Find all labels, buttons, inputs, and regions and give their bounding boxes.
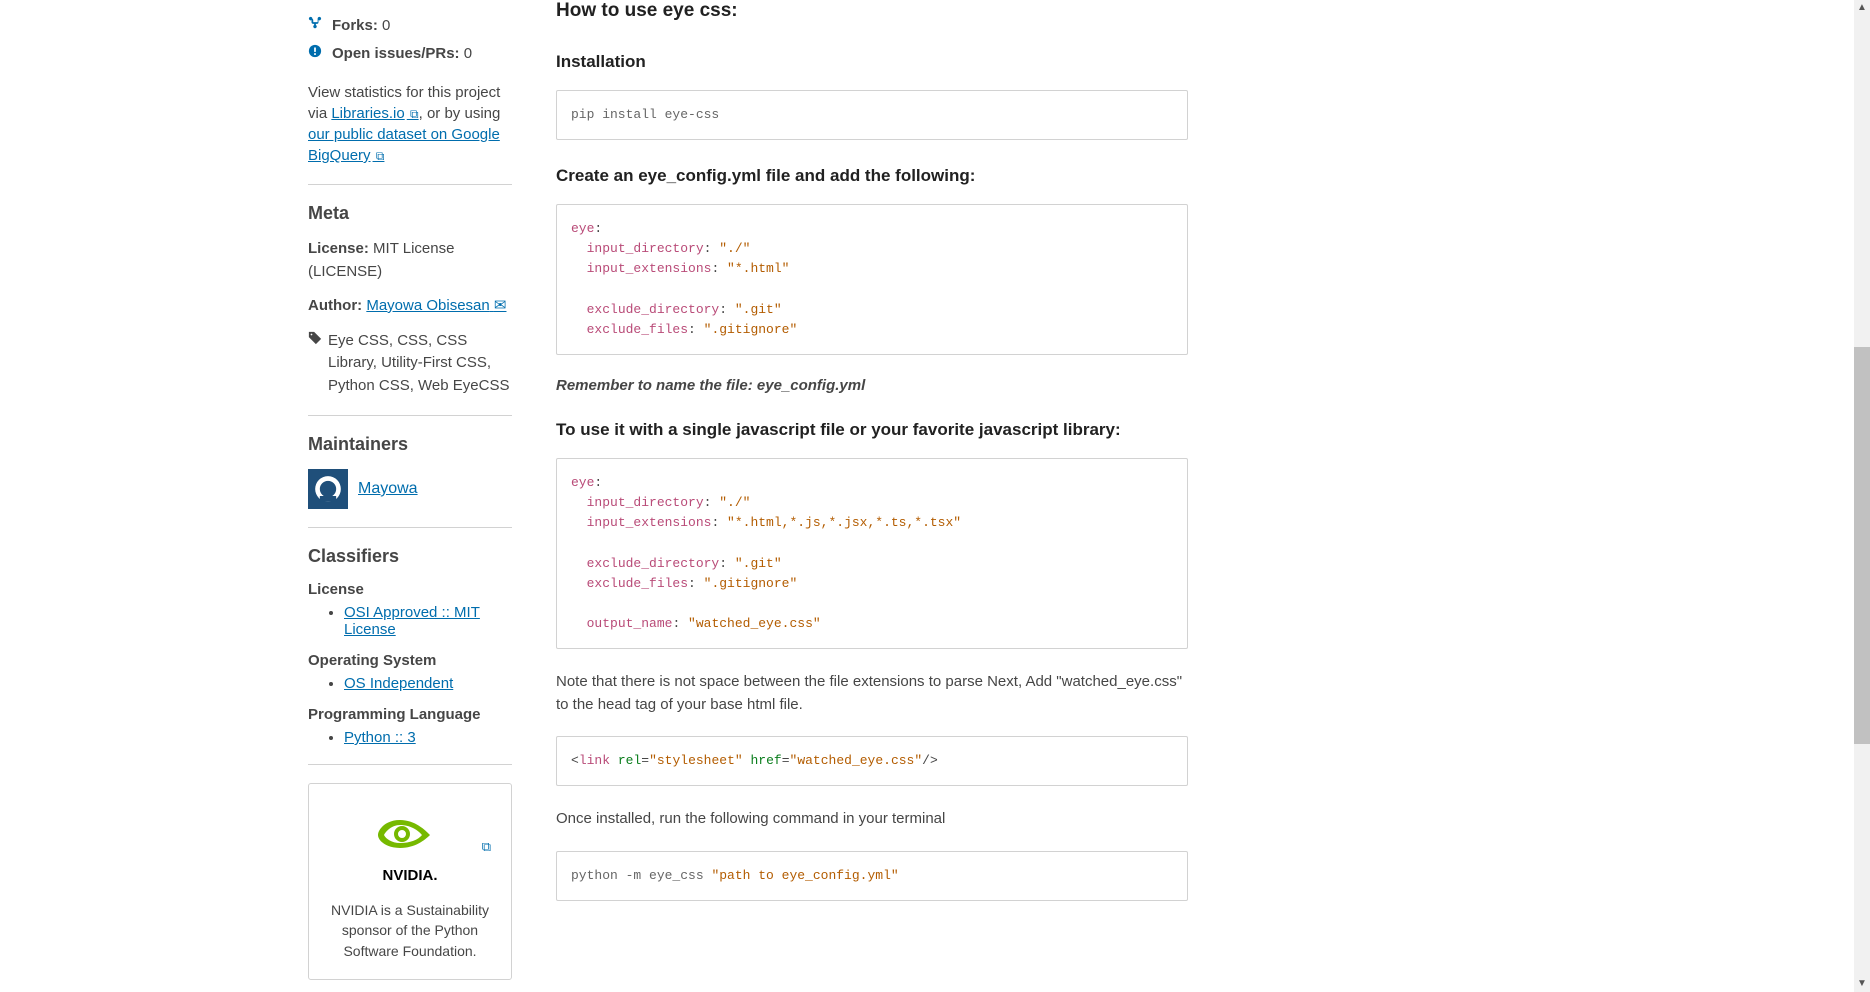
forks-value: 0 [382, 17, 390, 34]
maintainer-row[interactable]: Mayowa [308, 469, 512, 509]
sponsor-logo: NVIDIA. ⧉ [327, 810, 493, 884]
sponsor-brand: NVIDIA. [327, 867, 493, 884]
classifier-license-label: License [308, 581, 512, 598]
tag-icon [308, 330, 322, 353]
code-yaml-1[interactable]: eye: input_directory: "./" input_extensi… [556, 204, 1188, 355]
sponsor-box[interactable]: NVIDIA. ⧉ NVIDIA is a Sustainability spo… [308, 783, 512, 980]
remember-note: Remember to name the file: eye_config.ym… [556, 377, 1188, 394]
bigquery-link[interactable]: our public dataset on Google BigQuery ⧉ [308, 126, 500, 164]
divider [308, 415, 512, 416]
external-icon: ⧉ [407, 107, 419, 121]
create-config-heading: Create an eye_config.yml file and add th… [556, 166, 1188, 186]
stat-forks[interactable]: Forks: 0 [308, 16, 512, 34]
scroll-up-icon[interactable]: ▲ [1854, 0, 1870, 16]
maintainer-link[interactable]: Mayowa [358, 480, 418, 498]
classifier-license-link[interactable]: OSI Approved :: MIT License [344, 604, 480, 638]
meta-license: License: MIT License (LICENSE) [308, 238, 512, 283]
list-item: OSI Approved :: MIT License [344, 604, 512, 638]
divider [308, 184, 512, 185]
meta-tags: Eye CSS, CSS, CSS Library, Utility-First… [308, 330, 512, 398]
classifier-os-link[interactable]: OS Independent [344, 675, 453, 692]
meta-heading: Meta [308, 203, 512, 224]
external-icon: ⧉ [482, 839, 491, 855]
forks-label: Forks: [332, 17, 378, 34]
code-link-tag[interactable]: <link rel="stylesheet" href="watched_eye… [556, 736, 1188, 786]
fork-icon [308, 16, 324, 34]
divider [308, 527, 512, 528]
classifier-os-label: Operating System [308, 652, 512, 669]
code-pip-install[interactable]: pip install eye-css [556, 90, 1188, 140]
author-link[interactable]: Mayowa Obisesan ✉ [366, 297, 506, 314]
maintainers-heading: Maintainers [308, 434, 512, 455]
installation-heading: Installation [556, 52, 1188, 72]
scrollbar[interactable]: ▲ ▼ [1854, 0, 1870, 992]
issue-icon [308, 44, 324, 62]
scrollbar-thumb[interactable] [1854, 347, 1870, 744]
divider [308, 764, 512, 765]
avatar [308, 469, 348, 509]
page-title: How to use eye css: [556, 0, 1188, 22]
code-yaml-2[interactable]: eye: input_directory: "./" input_extensi… [556, 458, 1188, 649]
meta-author: Author: Mayowa Obisesan ✉ [308, 295, 512, 318]
stats-intro: View statistics for this project via Lib… [308, 82, 512, 166]
list-item: Python :: 3 [344, 729, 512, 746]
js-heading: To use it with a single javascript file … [556, 420, 1188, 440]
once-installed: Once installed, run the following comman… [556, 808, 1188, 831]
classifiers-heading: Classifiers [308, 546, 512, 567]
issues-value: 0 [464, 45, 472, 62]
code-python-cmd[interactable]: python -m eye_css "path to eye_config.ym… [556, 851, 1188, 901]
note-paragraph: Note that there is not space between the… [556, 671, 1188, 716]
stat-issues[interactable]: Open issues/PRs: 0 [308, 44, 512, 62]
mail-icon: ✉ [494, 297, 507, 314]
scroll-down-icon[interactable]: ▼ [1854, 976, 1870, 992]
issues-label: Open issues/PRs: [332, 45, 460, 62]
sponsor-text: NVIDIA is a Sustainability sponsor of th… [327, 900, 493, 961]
list-item: OS Independent [344, 675, 512, 692]
external-icon: ⧉ [373, 149, 385, 163]
classifier-lang-link[interactable]: Python :: 3 [344, 729, 416, 746]
libraries-link[interactable]: Libraries.io ⧉ [331, 105, 418, 122]
classifier-lang-label: Programming Language [308, 706, 512, 723]
